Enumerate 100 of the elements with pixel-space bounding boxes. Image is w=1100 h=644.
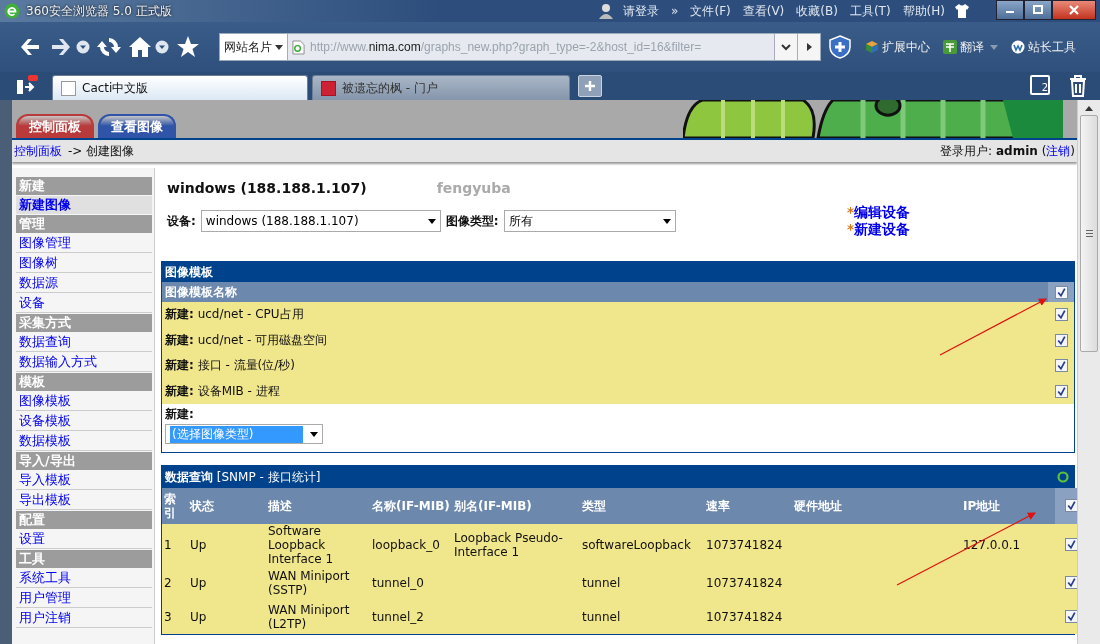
column-header: IP地址 (963, 499, 1001, 513)
menu-item[interactable]: 收藏(B) (793, 2, 841, 20)
sidebar-item[interactable]: 设备模板 (16, 412, 152, 431)
sidebar-item[interactable]: 导入模板 (16, 471, 152, 490)
sidebar-item[interactable]: 用户注销 (16, 609, 152, 628)
template-name: 新建: 接口 - 流量(位/秒) (165, 357, 295, 375)
sidebar-item[interactable]: 数据查询 (16, 333, 152, 352)
new-tab-button[interactable] (578, 75, 602, 97)
console-tab[interactable]: 控制面板 (16, 114, 94, 138)
sidebar-item[interactable]: 图像树 (16, 254, 152, 273)
plus-icon (584, 80, 596, 92)
sidebar-item[interactable]: 图像管理 (16, 234, 152, 253)
table-cell: 3 (164, 610, 172, 624)
table-cell: tunnel (582, 610, 621, 624)
select-all-checkbox[interactable] (1064, 498, 1077, 512)
window-title: 360安全浏览器 5.0 正式版 (26, 2, 172, 20)
column-header: 描述 (268, 499, 292, 513)
more-menus-button[interactable]: » (668, 4, 682, 18)
device-action-link[interactable]: *编辑设备 (847, 204, 911, 221)
select-all-checkbox[interactable] (1054, 285, 1068, 299)
extensions-button[interactable]: 扩展中心 (865, 38, 930, 56)
row-checkbox[interactable] (1054, 333, 1068, 347)
sidebar-item[interactable]: 数据输入方式 (16, 353, 152, 372)
sidebar-item[interactable]: 新建图像 (16, 196, 152, 214)
sidebar-item[interactable]: 数据源 (16, 274, 152, 293)
row-checkbox[interactable] (1064, 575, 1077, 589)
minimize-button[interactable] (996, 0, 1024, 20)
refresh-icon[interactable] (97, 35, 121, 59)
browser-logo-icon (4, 3, 20, 19)
device-select[interactable]: windows (188.188.1.107) (200, 210, 441, 232)
dropdown-icon[interactable] (155, 40, 169, 54)
table-cell: 1073741824 (706, 610, 783, 624)
status-ring-icon (1057, 471, 1069, 483)
new-graph-label: 新建: (165, 406, 195, 423)
table-cell: Loopback Pseudo-Interface 1 (454, 531, 563, 559)
menu-item[interactable]: 工具(T) (846, 2, 894, 20)
logout-link[interactable]: 注销 (1046, 143, 1071, 158)
home-icon[interactable] (128, 35, 152, 59)
column-header: 别名(IF-MIB) (454, 499, 532, 513)
table-cell: loopback_0 (372, 538, 440, 552)
cube-icon (865, 40, 879, 54)
login-info: 登录用户: admin (注销) (940, 142, 1075, 160)
template-name: 新建: 设备MIB - 进程 (165, 382, 280, 400)
login-link[interactable]: 请登录 (620, 2, 663, 20)
panel-title: 数据查询 [SNMP - 接口统计] (165, 468, 321, 486)
table-cell: WAN Miniport (L2TP) (268, 603, 350, 631)
sidebar-item[interactable]: 用户管理 (16, 589, 152, 608)
graph-type-select[interactable]: 所有 (503, 210, 676, 232)
breadcrumb-link[interactable]: 控制面板 (14, 142, 62, 160)
caret-icon (310, 431, 318, 437)
window-count-button[interactable]: 2 (1030, 75, 1050, 95)
caret-icon (427, 218, 436, 224)
breadcrumb-current: -> 创建图像 (68, 142, 135, 160)
device-subtitle: fengyuba (436, 180, 511, 196)
sidebar-item[interactable]: 数据模板 (16, 432, 152, 451)
browser-tab[interactable]: 被遗忘的枫 - 门户 (312, 75, 570, 100)
close-button[interactable] (1052, 0, 1096, 20)
menu-item[interactable]: 帮助(H) (899, 2, 948, 20)
row-checkbox[interactable] (1064, 537, 1077, 551)
sidebar-section-header: 模板 (16, 373, 152, 391)
sidebar-section-header: 配置 (16, 511, 152, 529)
sidebar-item[interactable]: 导出模板 (16, 491, 152, 510)
menu-item[interactable]: 查看(V) (739, 2, 788, 20)
shirt-icon[interactable] (954, 3, 970, 19)
dropdown-icon[interactable] (76, 40, 90, 54)
scrollbar[interactable] (1077, 100, 1100, 644)
sidebar-section-header: 导入/导出 (16, 452, 152, 470)
star-icon[interactable] (176, 35, 200, 59)
column-header: 名称(IF-MIB) (372, 499, 450, 513)
table-cell: tunnel_0 (372, 576, 424, 590)
webmaster-tools-button[interactable]: 站长工具 (1011, 38, 1076, 56)
translate-button[interactable]: 翻译 (943, 38, 998, 56)
browser-tab[interactable]: Cacti中文版 (52, 75, 308, 100)
row-checkbox[interactable] (1054, 308, 1068, 322)
sidebar-item[interactable]: 设置 (16, 530, 152, 549)
panel-title: 图像模板 (162, 262, 1074, 282)
shield-icon[interactable] (828, 35, 852, 59)
row-checkbox[interactable] (1054, 384, 1068, 398)
close-icon (1069, 5, 1079, 15)
table-cell: 2 (164, 576, 172, 590)
template-name: 新建: ucd/net - 可用磁盘空间 (165, 331, 328, 349)
column-header: 图像模板名称 (165, 283, 237, 301)
scroll-up-icon[interactable] (1085, 106, 1093, 111)
console-tab[interactable]: 查看图像 (98, 114, 176, 138)
table-cell: softwareLoopback (582, 538, 691, 552)
menu-item[interactable]: 文件(F) (687, 2, 734, 20)
device-title: windows (188.188.1.107) (167, 180, 367, 196)
sidebar-section-header: 工具 (16, 550, 152, 568)
maximize-button[interactable] (1024, 0, 1052, 20)
sidebar-item[interactable]: 图像模板 (16, 392, 152, 411)
sidebar-item[interactable]: 系统工具 (16, 569, 152, 588)
table-cell: 1 (164, 538, 172, 552)
sidebar-item[interactable]: 设备 (16, 294, 152, 313)
row-checkbox[interactable] (1064, 609, 1077, 623)
table-cell: Up (190, 576, 207, 590)
device-action-link[interactable]: *新建设备 (847, 221, 911, 238)
trash-icon[interactable] (1068, 75, 1088, 97)
template-name: 新建: ucd/net - CPU占用 (165, 306, 304, 324)
row-checkbox[interactable] (1054, 359, 1068, 373)
sidebar-toggle-icon[interactable] (16, 75, 38, 95)
